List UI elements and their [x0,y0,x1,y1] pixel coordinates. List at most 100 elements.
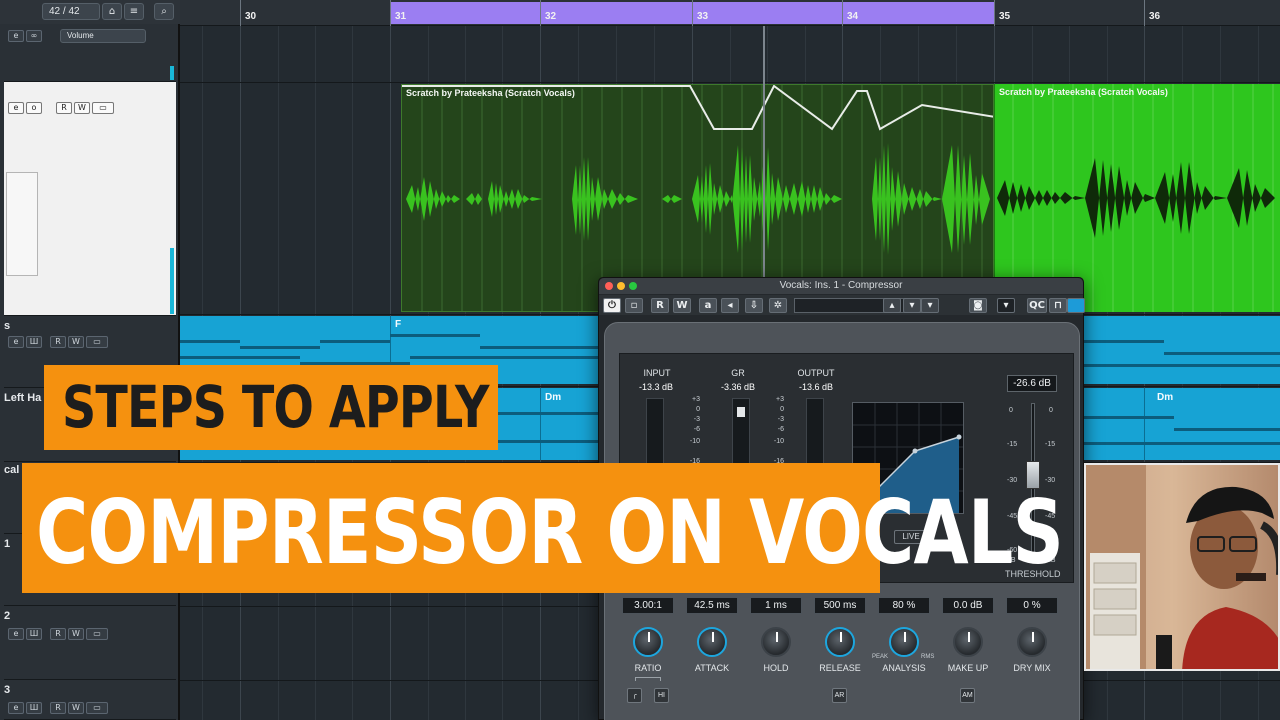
scale-label: 0 [780,406,784,413]
list-icon[interactable]: ≡ [124,3,144,20]
monitor-icon[interactable]: o [26,102,42,114]
ratio-knob[interactable] [633,627,663,657]
track-3[interactable]: 3 e Ш R W ▭ [4,682,176,720]
timeline-ruler[interactable]: 30 31 32 33 34 35 36 [180,0,1280,26]
link-icon[interactable]: ∞ [26,30,42,42]
track-name: 2 [4,610,11,622]
arrow-left-icon[interactable]: ◂ [721,298,739,313]
input-label: INPUT [643,368,671,378]
preset-menu-icon[interactable]: ▾ [921,298,939,313]
read-automation-button[interactable]: R [50,336,66,348]
write-automation-button[interactable]: W [68,628,84,640]
attack-knob[interactable] [697,627,727,657]
attack-value[interactable]: 42.5 ms [686,597,738,614]
ab-compare-icon[interactable]: a [699,298,717,313]
bypass-icon[interactable]: ▫ [625,298,643,313]
release-knob[interactable] [825,627,855,657]
track-vocals[interactable]: e o R W ▭ [4,82,176,316]
scale-label: -10 [773,438,784,445]
edit-icon[interactable]: e [8,628,24,640]
drymix-label: DRY MIX [1013,663,1051,673]
lanes-icon[interactable]: ▭ [86,628,108,640]
quick-controls-button[interactable]: QC [1027,298,1047,313]
sidechain-icon[interactable]: ⇩ [745,298,763,313]
automation-param[interactable]: Volume [60,29,146,43]
lanes-icon[interactable]: ▭ [86,702,108,714]
high-ratio-button[interactable]: HI [654,688,669,703]
makeup-value[interactable]: 0.0 dB [942,597,994,614]
color-icon[interactable] [1067,298,1085,313]
scale-label: -6 [777,426,784,433]
track-counter[interactable]: 42 / 42 [42,3,100,20]
scale-label: +3 [776,396,784,403]
track-automation[interactable]: e ∞ Volume [4,26,176,82]
drymix-value[interactable]: 0 % [1006,597,1058,614]
hold-value[interactable]: 1 ms [750,597,802,614]
power-icon[interactable]: ⏻ [603,298,621,313]
write-button[interactable]: W [673,298,691,313]
release-value[interactable]: 500 ms [814,597,866,614]
minimize-icon[interactable] [617,282,625,290]
write-automation-button[interactable]: W [74,102,90,114]
lanes-icon[interactable]: ▭ [86,336,108,348]
output-value: -13.6 dB [798,382,834,392]
bar-number: 34 [847,11,859,22]
soft-knee-icon[interactable]: ╭ [627,688,642,703]
write-automation-button[interactable]: W [68,702,84,714]
release-label: RELEASE [819,663,861,673]
edit-icon[interactable]: e [8,30,24,42]
event-title: Scratch by Prateeksha (Scratch Vocals) [999,87,1168,97]
piano-icon[interactable]: Ш [26,336,42,348]
makeup-knob[interactable] [953,627,983,657]
track-name: 1 [4,538,11,550]
write-automation-button[interactable]: W [68,336,84,348]
track-2[interactable]: 2 e Ш R W ▭ [4,608,176,680]
edit-icon[interactable]: e [8,702,24,714]
track-picture-slot [6,172,38,276]
edit-icon[interactable]: e [8,336,24,348]
hold-label: HOLD [763,663,789,673]
edit-icon[interactable]: e [8,102,24,114]
preset-down-icon[interactable]: ▾ [903,298,921,313]
threshold-value[interactable]: -26.6 dB [1007,375,1057,392]
search-icon[interactable]: ⌕ [154,3,174,20]
read-button[interactable]: R [651,298,669,313]
dropdown-icon[interactable]: ▾ [997,298,1015,313]
read-automation-button[interactable]: R [56,102,72,114]
bar-number: 30 [245,11,257,22]
auto-makeup-button[interactable]: AM [960,688,975,703]
threshold-scale-label: -15 [1007,441,1018,448]
makeup-label: MAKE UP [947,663,989,673]
track-name: 3 [4,684,11,696]
read-automation-button[interactable]: R [50,702,66,714]
lanes-icon[interactable]: ▭ [92,102,114,114]
drymix-knob[interactable] [1017,627,1047,657]
gear-icon[interactable]: ✲ [769,298,787,313]
track-name: cal [4,464,20,476]
analysis-value[interactable]: 80 % [878,597,930,614]
read-automation-button[interactable]: R [50,628,66,640]
preset-up-icon[interactable]: ▴ [883,298,901,313]
playhead[interactable] [763,26,765,286]
hold-knob[interactable] [761,627,791,657]
close-icon[interactable] [605,282,613,290]
auto-release-button[interactable]: AR [832,688,847,703]
piano-icon[interactable]: Ш [26,702,42,714]
scale-label: +3 [692,396,700,403]
ratio-label: RATIO [634,663,662,673]
daw-window: 30 31 32 33 34 35 36 Scratch by Prateeks… [0,0,1280,720]
analysis-knob[interactable] [889,627,919,657]
plugin-toolbar: ⏻ ▫ R W a ◂ ⇩ ✲ ▴ ▾ ▾ ◙ ▾ QC ⊓ [599,295,1085,315]
plugin-title-bar[interactable]: Vocals: Ins. 1 - Compressor [599,278,1083,294]
title-banner-bottom: COMPRESSOR ON VOCALS [22,463,1064,593]
rms-label: RMS [921,654,935,660]
home-icon[interactable]: ⌂ [102,3,122,20]
zoom-icon[interactable] [629,282,637,290]
snapshot-icon[interactable]: ◙ [969,298,987,313]
lock-icon[interactable]: ⊓ [1049,298,1067,313]
piano-icon[interactable]: Ш [26,628,42,640]
peak-label: PEAK [872,654,889,660]
ratio-value[interactable]: 3.00:1 [622,597,674,614]
event-title: Scratch by Prateeksha (Scratch Vocals) [406,88,575,98]
project-toolbar: 42 / 42 ⌂ ≡ ⌕ [0,0,180,24]
